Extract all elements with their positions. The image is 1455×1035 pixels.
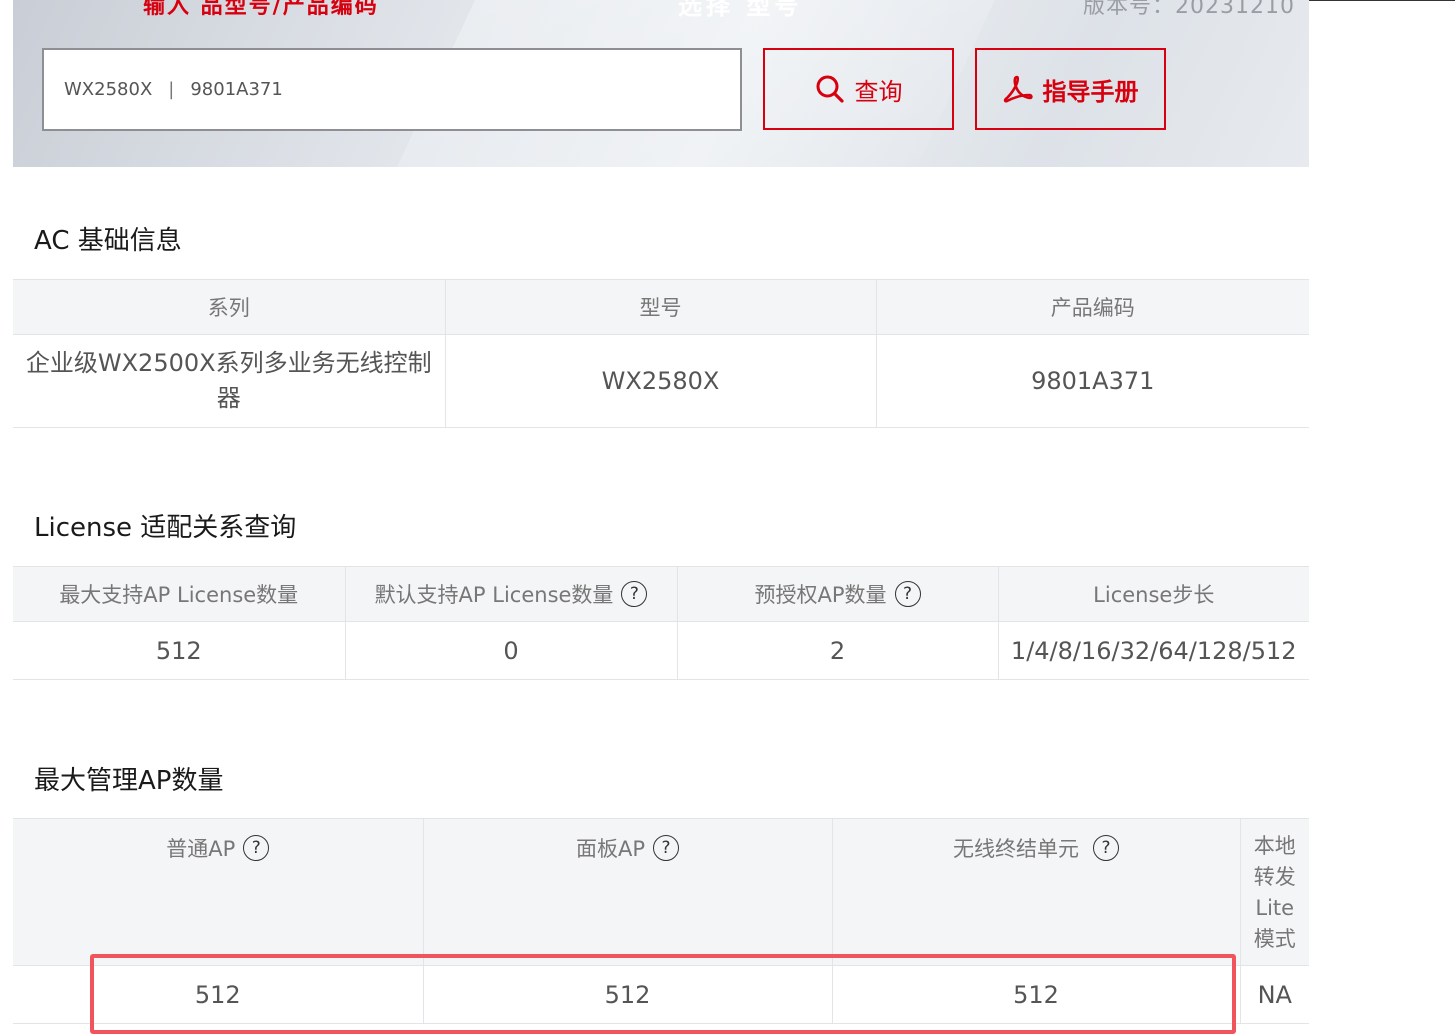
header-series: 系列 [13, 279, 446, 335]
search-separator: | [168, 79, 175, 100]
header-local-forward-lite: 本地转发Lite模式 [1240, 818, 1309, 966]
banner-center-text: 选择 型号 [678, 0, 803, 20]
guide-button-label: 指导手册 [1042, 77, 1139, 106]
header-panel-ap: 面板AP? [423, 818, 833, 966]
search-code-value: 9801A371 [190, 79, 283, 100]
cell-default-license: 0 [345, 621, 678, 680]
pdf-icon [1003, 75, 1033, 103]
header-max-license-label: 最大支持AP License数量 [59, 583, 299, 607]
cell-local-forward-lite: NA [1240, 965, 1309, 1024]
help-icon[interactable]: ? [621, 581, 648, 607]
search-input[interactable]: WX2580X | 9801A371 [42, 48, 742, 131]
search-button-label: 查询 [854, 77, 903, 106]
header-preauth-ap-label: 预授权AP数量 [754, 583, 887, 607]
cell-series: 企业级WX2500X系列多业务无线控制器 [13, 334, 446, 428]
license-title: License 适配关系查询 [34, 513, 297, 543]
banner-left-text: 输入 品型号/产品编码 [143, 0, 379, 19]
search-button[interactable]: 查询 [763, 48, 954, 130]
help-icon[interactable]: ? [653, 835, 680, 861]
help-icon[interactable]: ? [894, 581, 921, 607]
cell-wtu: 512 [832, 965, 1241, 1024]
basic-info-title: AC 基础信息 [34, 226, 182, 256]
search-model-value: WX2580X [64, 79, 153, 100]
header-wtu-label: 无线终结单元 [953, 837, 1079, 861]
top-right-divider [1309, 0, 1455, 1]
header-default-license-label: 默认支持AP License数量 [374, 583, 614, 607]
header-license-step-label: License步长 [1093, 583, 1215, 607]
header-product-code: 产品编码 [876, 279, 1309, 335]
header-wtu: 无线终结单元? [832, 818, 1241, 966]
header-normal-ap: 普通AP? [13, 818, 424, 966]
header-preauth-ap: 预授权AP数量? [677, 566, 999, 622]
header-max-license: 最大支持AP License数量 [13, 566, 346, 622]
max-ap-table: 普通AP? 面板AP? 无线终结单元? 本地转发Lite模式 512 512 5… [13, 818, 1309, 1024]
basic-info-table: 系列 型号 产品编码 企业级WX2500X系列多业务无线控制器 WX2580X … [13, 279, 1309, 428]
license-table: 最大支持AP License数量 默认支持AP License数量? 预授权AP… [13, 566, 1309, 680]
cell-normal-ap: 512 [13, 965, 424, 1024]
cell-preauth-ap: 2 [677, 621, 999, 680]
guide-manual-button[interactable]: 指导手册 [975, 48, 1166, 130]
header-panel-ap-label: 面板AP [575, 837, 646, 861]
help-icon[interactable]: ? [1093, 835, 1119, 861]
cell-model: WX2580X [445, 334, 877, 428]
help-icon[interactable]: ? [243, 835, 270, 861]
header-normal-ap-label: 普通AP [166, 837, 236, 861]
max-ap-title: 最大管理AP数量 [34, 766, 224, 796]
cell-max-license: 512 [13, 621, 346, 680]
cell-panel-ap: 512 [423, 965, 833, 1024]
search-icon [816, 75, 844, 103]
header-license-step: License步长 [998, 566, 1309, 622]
header-model: 型号 [445, 279, 877, 335]
version-label: 版本号：20231210 [1083, 0, 1295, 19]
header-default-license: 默认支持AP License数量? [345, 566, 678, 622]
page: 输入 品型号/产品编码 选择 型号 版本号：20231210 WX2580X |… [13, 0, 1309, 1035]
search-banner: 输入 品型号/产品编码 选择 型号 版本号：20231210 WX2580X |… [13, 0, 1309, 167]
cell-license-step: 1/4/8/16/32/64/128/512 [998, 621, 1309, 680]
cell-product-code: 9801A371 [876, 334, 1309, 428]
